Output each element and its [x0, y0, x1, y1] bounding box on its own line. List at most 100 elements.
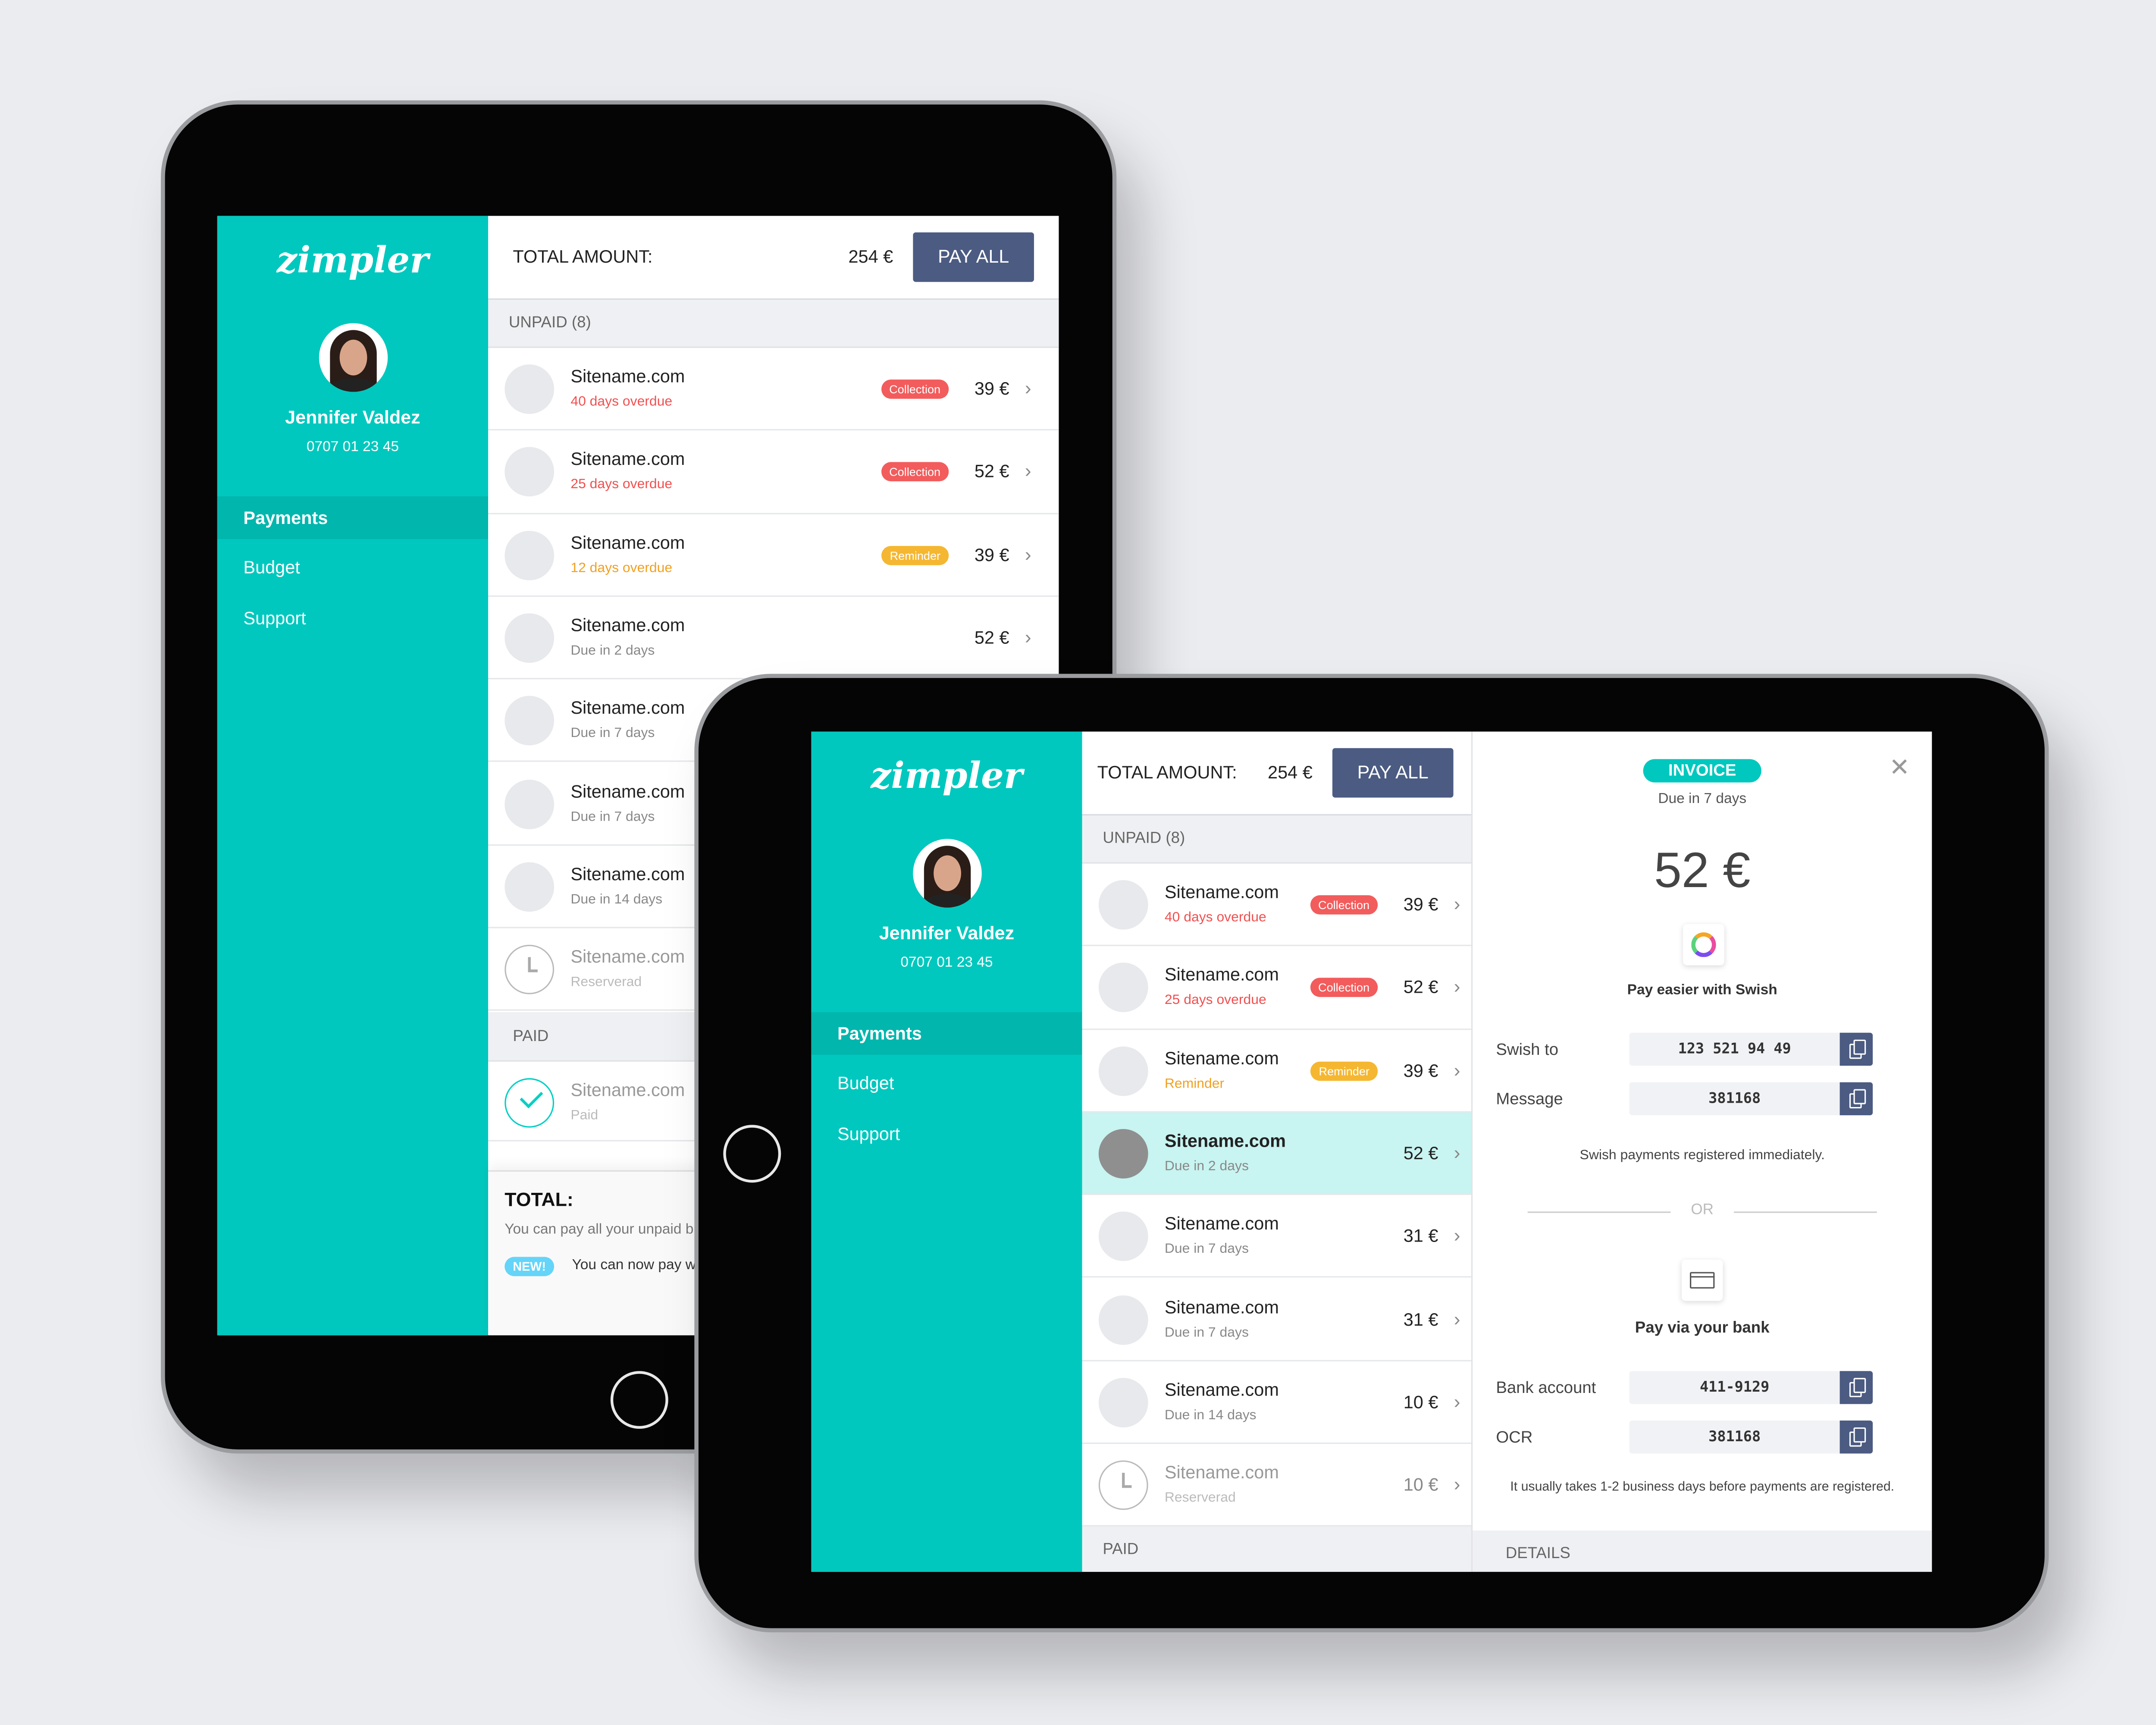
close-icon[interactable]: ✕	[1889, 753, 1910, 782]
invoice-amount: 31 €	[1403, 1308, 1438, 1329]
merchant-name: Sitename.com	[1164, 881, 1279, 902]
invoice-amount: 10 €	[1403, 1391, 1438, 1412]
invoice-row[interactable]: Sitename.com 40 days overdue Collection 39 …	[488, 348, 1059, 431]
merchant-name: Sitename.com	[570, 448, 685, 470]
merchant-avatar	[1098, 1295, 1148, 1345]
invoice-row[interactable]: Sitename.com 25 days overdue Collection 52 …	[1082, 947, 1471, 1030]
nav-payments[interactable]: Payments	[811, 1012, 1082, 1055]
invoice-amount: 52 €	[1403, 976, 1438, 997]
bank-account-field[interactable]: 411-9129	[1629, 1371, 1873, 1404]
status-badge: Collection	[881, 380, 949, 399]
swish-to-field[interactable]: 123 521 94 49	[1629, 1032, 1873, 1066]
topbar: TOTAL AMOUNT: 254 € PAY ALL	[1082, 731, 1471, 815]
nav-support[interactable]: Support	[811, 1113, 1082, 1155]
invoice-amount: 39 €	[974, 378, 1009, 399]
nav-payments[interactable]: Payments	[217, 496, 489, 539]
due-status: Due in 7 days	[1164, 1242, 1249, 1258]
copy-icon[interactable]	[1839, 1032, 1873, 1066]
chevron-right-icon: ›	[1025, 459, 1031, 482]
nav-budget[interactable]: Budget	[811, 1062, 1082, 1104]
home-button[interactable]	[723, 1125, 781, 1183]
invoice-row[interactable]: Sitename.com 40 days overdue Collection 39 …	[1082, 864, 1471, 947]
due-status: Due in 14 days	[570, 892, 663, 907]
merchant-name: Sitename.com	[1164, 1130, 1286, 1151]
merchant-name: Sitename.com	[1164, 1296, 1279, 1317]
new-badge: NEW!	[505, 1257, 555, 1276]
chevron-right-icon: ›	[1454, 1058, 1460, 1081]
nav-budget[interactable]: Budget	[217, 546, 488, 589]
merchant-avatar	[505, 613, 555, 663]
invoice-row[interactable]: Sitename.com 12 days overdue Reminder 39 € ›	[488, 514, 1059, 597]
chevron-right-icon: ›	[1454, 1307, 1460, 1329]
chevron-right-icon: ›	[1454, 1390, 1460, 1412]
new-feature-text: You can now pay wi	[572, 1257, 699, 1273]
merchant-name: Sitename.com	[1164, 1047, 1279, 1068]
message-field[interactable]: 381168	[1629, 1082, 1873, 1116]
invoice-row[interactable]: Sitename.com Reserverad 10 € ›	[1082, 1444, 1471, 1527]
merchant-avatar	[505, 696, 555, 746]
home-button[interactable]	[610, 1371, 668, 1429]
details-section-header[interactable]: DETAILS	[1473, 1531, 1932, 1572]
due-status: 40 days overdue	[570, 395, 673, 410]
copy-icon[interactable]	[1839, 1371, 1873, 1404]
invoice-row[interactable]: Sitename.com Due in 2 days 52 € ›	[1082, 1112, 1471, 1195]
invoice-detail-panel: INVOICE ✕ Due in 7 days 52 € Pay easier …	[1471, 731, 1932, 1572]
invoice-list: TOTAL AMOUNT: 254 € PAY ALL UNPAID (8) S…	[1082, 731, 1471, 1572]
footer-total-title: TOTAL:	[505, 1188, 573, 1211]
chevron-right-icon: ›	[1454, 975, 1460, 997]
merchant-name: Sitename.com	[570, 1079, 685, 1101]
user-phone: 0707 01 23 45	[900, 954, 993, 971]
divider	[1734, 1211, 1877, 1213]
avatar	[319, 323, 388, 392]
invoice-tag: INVOICE	[1643, 759, 1761, 783]
sidebar: zimpler Jennifer Valdez 0707 01 23 45 Pa…	[217, 216, 489, 1336]
due-status: Due in 7 days	[1164, 1325, 1249, 1340]
stage: zimpler Jennifer Valdez 0707 01 23 45 Pa…	[0, 0, 2156, 1725]
invoice-row[interactable]: Sitename.com Due in 7 days 31 € ›	[1082, 1278, 1471, 1361]
merchant-name: Sitename.com	[570, 615, 685, 635]
invoice-amount: 31 €	[1403, 1225, 1438, 1246]
merchant-name: Sitename.com	[1164, 1462, 1279, 1483]
front-tablet: zimpler Jennifer Valdez 0707 01 23 45 Pa…	[694, 674, 2049, 1633]
merchant-name: Sitename.com	[570, 946, 685, 967]
merchant-avatar	[1098, 1377, 1148, 1427]
user-name: Jennifer Valdez	[285, 407, 420, 428]
swish-to-label: Swish to	[1496, 1039, 1559, 1059]
invoice-row[interactable]: Sitename.com Due in 7 days 31 € ›	[1082, 1195, 1471, 1278]
zimpler-logo: zimpler	[276, 241, 429, 282]
copy-icon[interactable]	[1839, 1082, 1873, 1116]
merchant-avatar	[1098, 880, 1148, 930]
pay-all-button[interactable]: PAY ALL	[913, 232, 1034, 282]
unpaid-section-header: UNPAID (8)	[1082, 815, 1471, 864]
merchant-name: Sitename.com	[570, 697, 685, 718]
invoice-row[interactable]: Sitename.com Due in 14 days 10 € ›	[1082, 1361, 1471, 1444]
merchant-name: Sitename.com	[570, 863, 685, 884]
total-amount-label: TOTAL AMOUNT:	[1097, 762, 1237, 783]
bank-account-value: 411-9129	[1699, 1379, 1770, 1396]
status-badge: Collection	[1310, 895, 1378, 915]
nav-support[interactable]: Support	[217, 597, 488, 640]
invoice-row[interactable]: Sitename.com Reminder Reminder 39 € ›	[1082, 1029, 1471, 1113]
bank-note: It usually takes 1-2 business days befor…	[1510, 1480, 1895, 1495]
front-screen: zimpler Jennifer Valdez 0707 01 23 45 Pa…	[811, 731, 1932, 1572]
invoice-row[interactable]: Sitename.com 25 days overdue Collection 52 …	[488, 431, 1059, 514]
chevron-right-icon: ›	[1454, 892, 1460, 915]
user-name: Jennifer Valdez	[879, 922, 1015, 944]
total-amount-value: 254 €	[1268, 762, 1313, 783]
merchant-name: Sitename.com	[1164, 1379, 1279, 1400]
pay-all-button[interactable]: PAY ALL	[1332, 748, 1454, 798]
zimpler-logo: zimpler	[871, 756, 1023, 798]
total-amount-value: 254 €	[848, 246, 893, 267]
chevron-right-icon: ›	[1454, 1141, 1460, 1164]
merchant-name: Sitename.com	[1164, 964, 1279, 985]
invoice-amount: 52 €	[1403, 1142, 1438, 1164]
ocr-field[interactable]: 381168	[1629, 1421, 1873, 1454]
invoice-row[interactable]: Sitename.com Due in 2 days 52 € ›	[488, 597, 1059, 680]
merchant-avatar	[505, 779, 555, 829]
merchant-avatar	[1098, 1211, 1148, 1261]
swish-to-value: 123 521 94 49	[1678, 1041, 1791, 1058]
invoice-amount: 10 €	[1403, 1474, 1438, 1495]
avatar	[913, 839, 982, 908]
copy-icon[interactable]	[1839, 1421, 1873, 1454]
or-separator: OR	[1691, 1201, 1714, 1219]
